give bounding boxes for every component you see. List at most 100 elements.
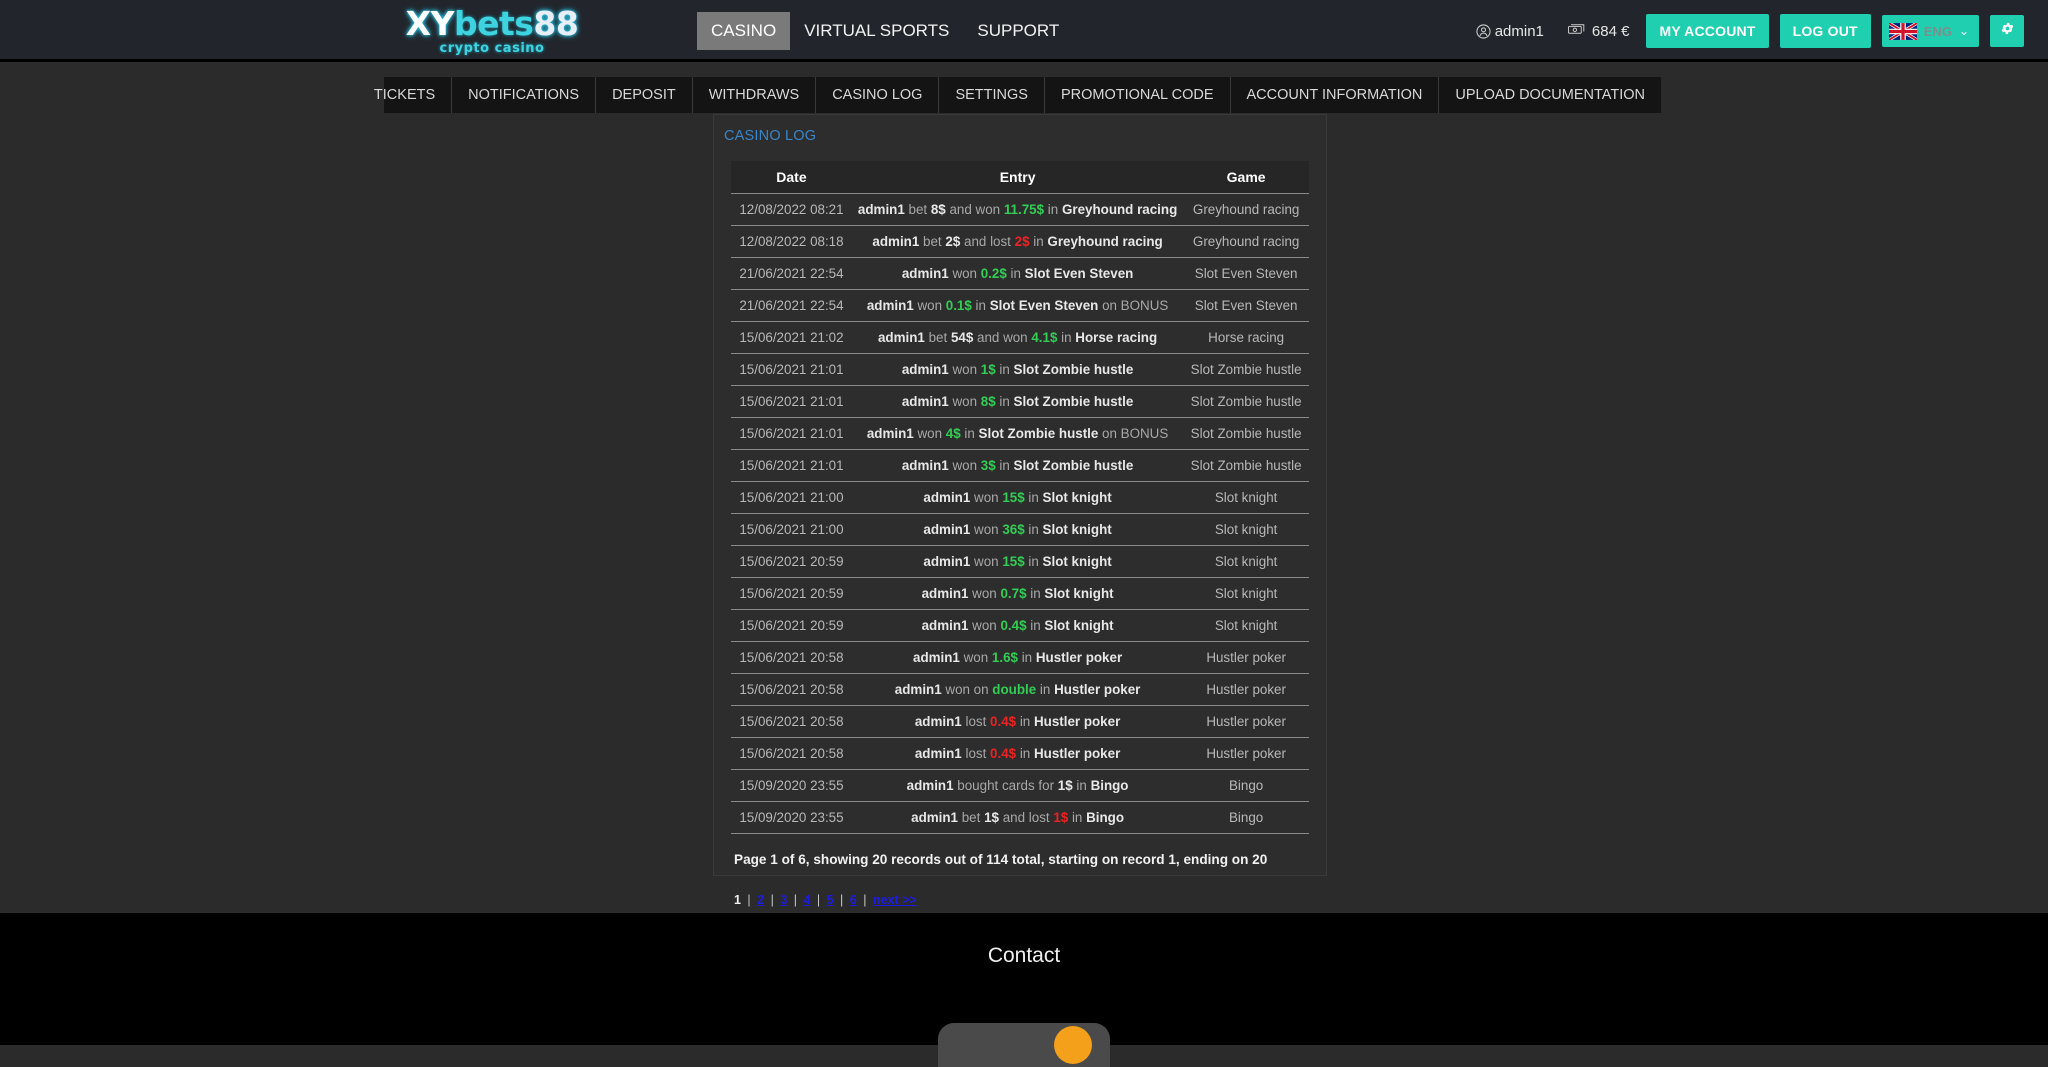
entry-win-amount: 0.4$	[1000, 618, 1027, 633]
cell-entry: admin1 won 0.4$ in Slot knight	[851, 609, 1184, 642]
entry-game-name: Slot Zombie hustle	[978, 426, 1099, 441]
logo-text-88: 88	[533, 4, 579, 43]
table-row: 15/06/2021 20:59 admin1 won 0.7$ in Slot …	[731, 577, 1309, 610]
table-row: 21/06/2021 22:54 admin1 won 0.1$ in Slot …	[731, 289, 1309, 322]
cell-entry: admin1 won 0.1$ in Slot Even Steven on B…	[851, 289, 1184, 322]
cell-entry: admin1 won 0.2$ in Slot Even Steven	[851, 257, 1184, 290]
table-row: 15/06/2021 21:00 admin1 won 15$ in Slot k…	[731, 481, 1309, 514]
cell-date: 15/06/2021 20:59	[731, 609, 852, 642]
cell-entry: admin1 won 15$ in Slot knight	[851, 545, 1184, 578]
page-next-link[interactable]: next >>	[873, 893, 917, 907]
nav-item-casino[interactable]: CASINO	[697, 12, 791, 50]
table-row: 15/06/2021 20:59 admin1 won 15$ in Slot k…	[731, 545, 1309, 578]
site-logo[interactable]: XYbets88 crypto casino	[392, 4, 592, 58]
entry-username: admin1	[913, 650, 960, 665]
page-current: 1	[734, 893, 741, 907]
entry-game-name: Slot knight	[1042, 522, 1112, 537]
logo-text-bets: bets	[453, 4, 534, 43]
table-row: 12/08/2022 08:21 admin1 bet 8$ and won 11…	[731, 193, 1309, 226]
entry-username: admin1	[914, 746, 962, 761]
cell-game: Slot Even Steven	[1183, 289, 1309, 322]
page-link-6[interactable]: 6	[850, 893, 857, 907]
table-row: 15/06/2021 20:59 admin1 won 0.4$ in Slot …	[731, 609, 1309, 642]
cell-entry: admin1 bought cards for 1$ in Bingo	[851, 769, 1184, 802]
subnav-item-deposit[interactable]: DEPOSIT	[595, 77, 692, 113]
entry-game-name: Bingo	[1090, 778, 1129, 793]
entry-username: admin1	[901, 362, 949, 377]
entry-bet-amount: 54$	[950, 330, 974, 345]
cell-game: Greyhound racing	[1183, 225, 1309, 258]
entry-username: admin1	[901, 266, 949, 281]
column-header-entry[interactable]: Entry	[851, 161, 1184, 194]
logo-wordmark: XYbets88	[406, 7, 579, 40]
column-header-date[interactable]: Date	[731, 161, 852, 194]
entry-loss-amount: 2$	[1014, 234, 1030, 249]
entry-win-amount: 8$	[980, 394, 996, 409]
cell-game: Hustler poker	[1183, 673, 1309, 706]
entry-loss-amount: 1$	[1053, 810, 1069, 825]
gear-icon	[2000, 21, 2015, 41]
subnav-item-tickets[interactable]: TICKETS	[358, 77, 451, 113]
cell-entry: admin1 bet 2$ and lost 2$ in Greyhound r…	[851, 225, 1184, 258]
table-row: 15/06/2021 21:01 admin1 won 3$ in Slot Zo…	[731, 449, 1309, 482]
entry-username: admin1	[877, 330, 925, 345]
entry-game-name: Slot Even Steven	[1024, 266, 1134, 281]
language-selector[interactable]: ENG ⌄	[1881, 15, 1979, 47]
cell-date: 15/06/2021 20:58	[731, 641, 852, 674]
entry-username: admin1	[923, 522, 971, 537]
log-out-button[interactable]: LOG OUT	[1779, 14, 1871, 48]
nav-item-support[interactable]: SUPPORT	[963, 12, 1073, 50]
subnav-item-notifications[interactable]: NOTIFICATIONS	[451, 77, 595, 113]
user-info[interactable]: admin1	[1476, 23, 1544, 40]
table-head: Date Entry Game	[731, 161, 1309, 194]
cell-game: Slot knight	[1183, 577, 1309, 610]
entry-game-name: Slot Zombie hustle	[1013, 458, 1134, 473]
entry-username: admin1	[911, 810, 959, 825]
main-navigation: CASINO VIRTUAL SPORTS SUPPORT	[697, 0, 1073, 62]
entry-win-amount: 4$	[945, 426, 961, 441]
cell-date: 15/06/2021 21:00	[731, 513, 852, 546]
entry-game-name: Greyhound racing	[1047, 234, 1163, 249]
my-account-button[interactable]: MY ACCOUNT	[1646, 14, 1769, 48]
entry-username: admin1	[921, 618, 969, 633]
cell-game: Hustler poker	[1183, 705, 1309, 738]
entry-win-amount: 3$	[980, 458, 996, 473]
entry-username: admin1	[894, 682, 942, 697]
site-footer: Contact	[0, 913, 2048, 1067]
chat-widget[interactable]	[938, 1023, 1110, 1067]
casino-log-table-wrapper: Date Entry Game 12/08/2022 08:21 admin1 b…	[731, 161, 1309, 834]
nav-item-virtual-sports[interactable]: VIRTUAL SPORTS	[790, 12, 963, 50]
page-link-5[interactable]: 5	[827, 893, 834, 907]
subnav-item-promotional-code[interactable]: PROMOTIONAL CODE	[1043, 77, 1230, 113]
page-separator: |	[790, 893, 801, 907]
entry-game-name: Slot Zombie hustle	[1013, 394, 1134, 409]
cell-entry: admin1 won 1$ in Slot Zombie hustle	[851, 353, 1184, 386]
cell-game: Bingo	[1183, 801, 1309, 834]
cell-entry: admin1 won 36$ in Slot knight	[851, 513, 1184, 546]
settings-button[interactable]	[1990, 15, 2024, 47]
entry-win-amount: 11.75$	[1003, 202, 1045, 217]
entry-game-name: Slot knight	[1044, 618, 1114, 633]
cell-game: Slot knight	[1183, 513, 1309, 546]
cell-date: 15/06/2021 21:00	[731, 481, 852, 514]
entry-username: admin1	[857, 202, 905, 217]
entry-game-name: Horse racing	[1075, 330, 1158, 345]
subnav-item-withdraws[interactable]: WITHDRAWS	[691, 77, 815, 113]
cell-date: 15/06/2021 20:58	[731, 737, 852, 770]
table-body: 12/08/2022 08:21 admin1 bet 8$ and won 11…	[731, 193, 1309, 834]
entry-username: admin1	[923, 490, 971, 505]
language-label: ENG	[1923, 23, 1952, 39]
entry-bet-amount: 8$	[930, 202, 946, 217]
subnav-item-settings[interactable]: SETTINGS	[938, 77, 1044, 113]
table-row: 15/06/2021 20:58 admin1 won on double in …	[731, 673, 1309, 706]
cell-game: Slot Zombie hustle	[1183, 449, 1309, 482]
entry-win-amount: 15$	[1002, 554, 1025, 569]
subnav-item-account-information[interactable]: ACCOUNT INFORMATION	[1229, 77, 1439, 113]
entry-win-amount: 1$	[980, 362, 996, 377]
cell-date: 15/06/2021 20:58	[731, 705, 852, 738]
cell-entry: admin1 bet 54$ and won 4.1$ in Horse rac…	[851, 321, 1184, 354]
subnav-item-upload-documentation[interactable]: UPLOAD DOCUMENTATION	[1438, 77, 1661, 113]
page-separator: |	[743, 893, 755, 907]
column-header-game[interactable]: Game	[1183, 161, 1309, 194]
subnav-item-casino-log[interactable]: CASINO LOG	[815, 77, 938, 113]
